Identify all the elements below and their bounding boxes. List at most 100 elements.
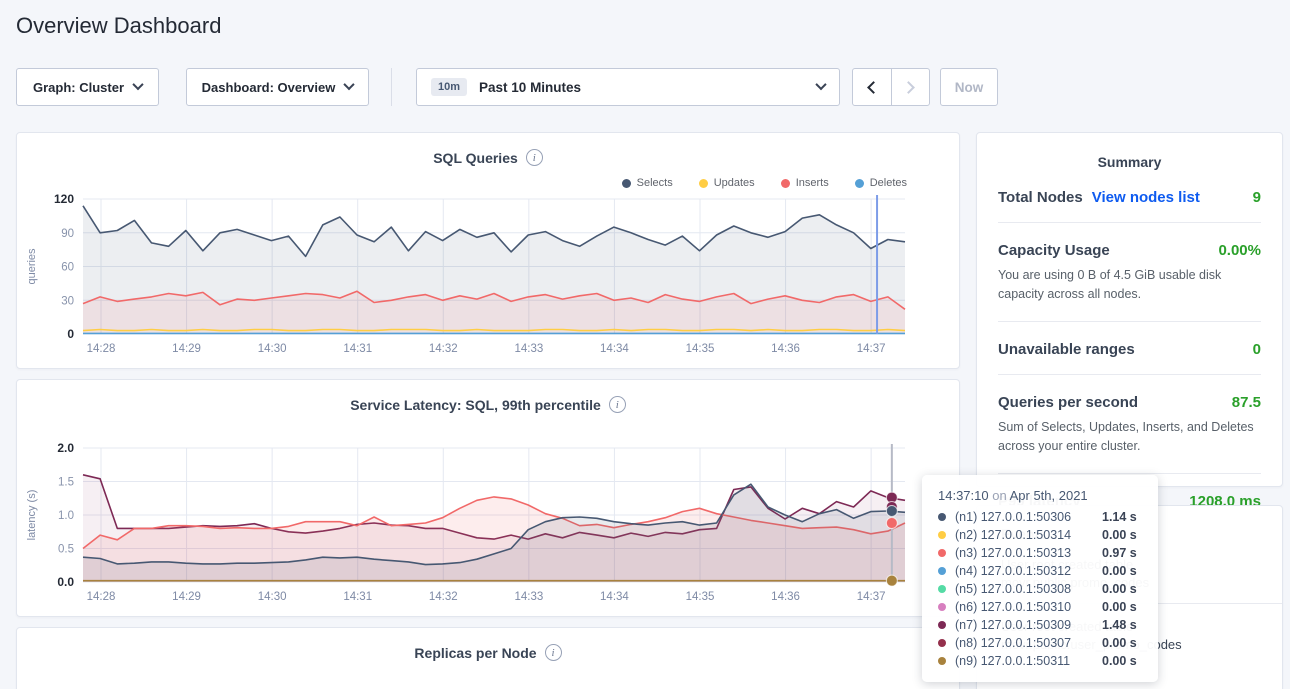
overview-dashboard-page: Overview Dashboard Graph: Cluster Dashbo… xyxy=(0,0,1290,689)
node-address: (n9) 127.0.0.1:50311 xyxy=(955,654,1102,668)
service-latency-chart[interactable]: 14:2814:2914:3014:3114:3214:3314:3414:35… xyxy=(17,438,961,613)
sql-queries-title: SQL Queries xyxy=(433,150,518,166)
tooltip-node-row: (n7) 127.0.0.1:503091.48 s xyxy=(938,616,1144,634)
time-range-badge: 10m xyxy=(431,78,467,96)
qps-description: Sum of Selects, Updates, Inserts, and De… xyxy=(998,418,1261,457)
legend-dot-icon xyxy=(855,179,864,188)
legend-label: Updates xyxy=(714,177,755,189)
legend-item-inserts: Inserts xyxy=(781,177,829,189)
node-address: (n2) 127.0.0.1:50314 xyxy=(955,528,1102,542)
svg-text:0: 0 xyxy=(67,327,74,341)
summary-divider xyxy=(998,374,1261,375)
node-address: (n1) 127.0.0.1:50306 xyxy=(955,510,1102,524)
graph-dropdown-label: Graph: Cluster xyxy=(33,80,124,95)
svg-text:1.5: 1.5 xyxy=(58,477,74,489)
unavailable-ranges-value: 0 xyxy=(1253,341,1261,358)
svg-text:30: 30 xyxy=(61,295,74,307)
svg-text:14:32: 14:32 xyxy=(429,591,458,603)
tooltip-date: Apr 5th, 2021 xyxy=(1010,488,1088,503)
svg-text:14:36: 14:36 xyxy=(771,343,800,355)
graph-dropdown[interactable]: Graph: Cluster xyxy=(16,68,159,106)
node-address: (n3) 127.0.0.1:50313 xyxy=(955,546,1102,560)
legend-label: Inserts xyxy=(796,177,829,189)
capacity-usage-label: Capacity Usage xyxy=(998,242,1110,259)
info-icon[interactable]: i xyxy=(609,396,626,413)
tooltip-timestamp: 14:37:10 on Apr 5th, 2021 xyxy=(938,488,1144,503)
summary-unavailable-row: Unavailable ranges 0 xyxy=(977,341,1282,358)
svg-text:14:30: 14:30 xyxy=(258,591,287,603)
node-color-dot-icon xyxy=(938,513,946,521)
summary-divider xyxy=(998,473,1261,474)
node-color-dot-icon xyxy=(938,639,946,647)
qps-label: Queries per second xyxy=(998,394,1138,411)
node-color-dot-icon xyxy=(938,621,946,629)
svg-text:0.5: 0.5 xyxy=(58,544,74,556)
svg-text:90: 90 xyxy=(61,228,74,240)
node-latency-value: 0.00 s xyxy=(1102,582,1137,596)
dashboard-dropdown[interactable]: Dashboard: Overview xyxy=(186,68,369,106)
summary-divider xyxy=(998,321,1261,322)
legend-item-deletes: Deletes xyxy=(855,177,907,189)
summary-qps-row: Queries per second 87.5 Sum of Selects, … xyxy=(977,394,1282,457)
svg-text:14:31: 14:31 xyxy=(343,343,372,355)
sql-queries-legend: Selects Updates Inserts Deletes xyxy=(622,177,907,189)
svg-text:2.0: 2.0 xyxy=(57,441,74,455)
service-latency-title: Service Latency: SQL, 99th percentile xyxy=(350,397,601,413)
svg-text:120: 120 xyxy=(54,192,74,206)
dashboard-dropdown-label: Dashboard: Overview xyxy=(202,80,336,95)
node-latency-value: 0.00 s xyxy=(1102,600,1137,614)
node-address: (n5) 127.0.0.1:50308 xyxy=(955,582,1102,596)
node-latency-value: 0.97 s xyxy=(1102,546,1137,560)
sql-queries-chart[interactable]: 14:2814:2914:3014:3114:3214:3314:3414:35… xyxy=(17,189,961,367)
time-range-label: Past 10 Minutes xyxy=(479,80,807,95)
tooltip-node-row: (n4) 127.0.0.1:503120.00 s xyxy=(938,562,1144,580)
summary-capacity-row: Capacity Usage 0.00% You are using 0 B o… xyxy=(977,242,1282,305)
node-color-dot-icon xyxy=(938,531,946,539)
svg-text:14:34: 14:34 xyxy=(600,591,629,603)
replicas-title-row: Replicas per Node i xyxy=(17,644,959,661)
sql-queries-title-row: SQL Queries i xyxy=(17,149,959,166)
tooltip-time: 14:37:10 xyxy=(938,488,989,503)
svg-text:queries: queries xyxy=(26,248,38,285)
svg-text:14:33: 14:33 xyxy=(514,343,543,355)
legend-dot-icon xyxy=(781,179,790,188)
view-nodes-list-link[interactable]: View nodes list xyxy=(1092,189,1200,206)
node-latency-value: 0.00 s xyxy=(1102,654,1137,668)
summary-panel: Summary Total Nodes View nodes list 9 Ca… xyxy=(976,132,1283,487)
summary-divider xyxy=(998,222,1261,223)
node-address: (n8) 127.0.0.1:50307 xyxy=(955,636,1102,650)
svg-text:latency (s): latency (s) xyxy=(26,490,38,541)
tooltip-node-row: (n8) 127.0.0.1:503070.00 s xyxy=(938,634,1144,652)
info-icon[interactable]: i xyxy=(526,149,543,166)
node-color-dot-icon xyxy=(938,657,946,665)
svg-text:0.0: 0.0 xyxy=(57,575,74,589)
node-address: (n7) 127.0.0.1:50309 xyxy=(955,618,1102,632)
tooltip-node-row: (n1) 127.0.0.1:503061.14 s xyxy=(938,508,1144,526)
tooltip-node-row: (n5) 127.0.0.1:503080.00 s xyxy=(938,580,1144,598)
node-color-dot-icon xyxy=(938,585,946,593)
svg-text:14:32: 14:32 xyxy=(429,343,458,355)
total-nodes-value: 9 xyxy=(1253,189,1261,206)
svg-text:14:37: 14:37 xyxy=(857,343,886,355)
node-address: (n6) 127.0.0.1:50310 xyxy=(955,600,1102,614)
time-next-button[interactable] xyxy=(891,69,929,105)
unavailable-ranges-label: Unavailable ranges xyxy=(998,341,1135,358)
svg-text:14:30: 14:30 xyxy=(258,343,287,355)
chart-hover-tooltip: 14:37:10 on Apr 5th, 2021 (n1) 127.0.0.1… xyxy=(922,475,1158,682)
service-latency-title-row: Service Latency: SQL, 99th percentile i xyxy=(17,396,959,413)
info-icon[interactable]: i xyxy=(545,644,562,661)
time-prev-button[interactable] xyxy=(853,69,891,105)
legend-label: Selects xyxy=(637,177,673,189)
node-color-dot-icon xyxy=(938,603,946,611)
legend-dot-icon xyxy=(699,179,708,188)
svg-text:60: 60 xyxy=(61,262,74,274)
time-range-picker[interactable]: 10m Past 10 Minutes xyxy=(416,68,840,106)
chevron-down-icon xyxy=(344,78,355,89)
legend-item-updates: Updates xyxy=(699,177,755,189)
now-button[interactable]: Now xyxy=(940,68,998,106)
svg-text:14:37: 14:37 xyxy=(857,591,886,603)
chevron-down-icon xyxy=(815,78,826,89)
now-button-label: Now xyxy=(955,80,984,95)
capacity-usage-value: 0.00% xyxy=(1218,242,1261,259)
node-address: (n4) 127.0.0.1:50312 xyxy=(955,564,1102,578)
